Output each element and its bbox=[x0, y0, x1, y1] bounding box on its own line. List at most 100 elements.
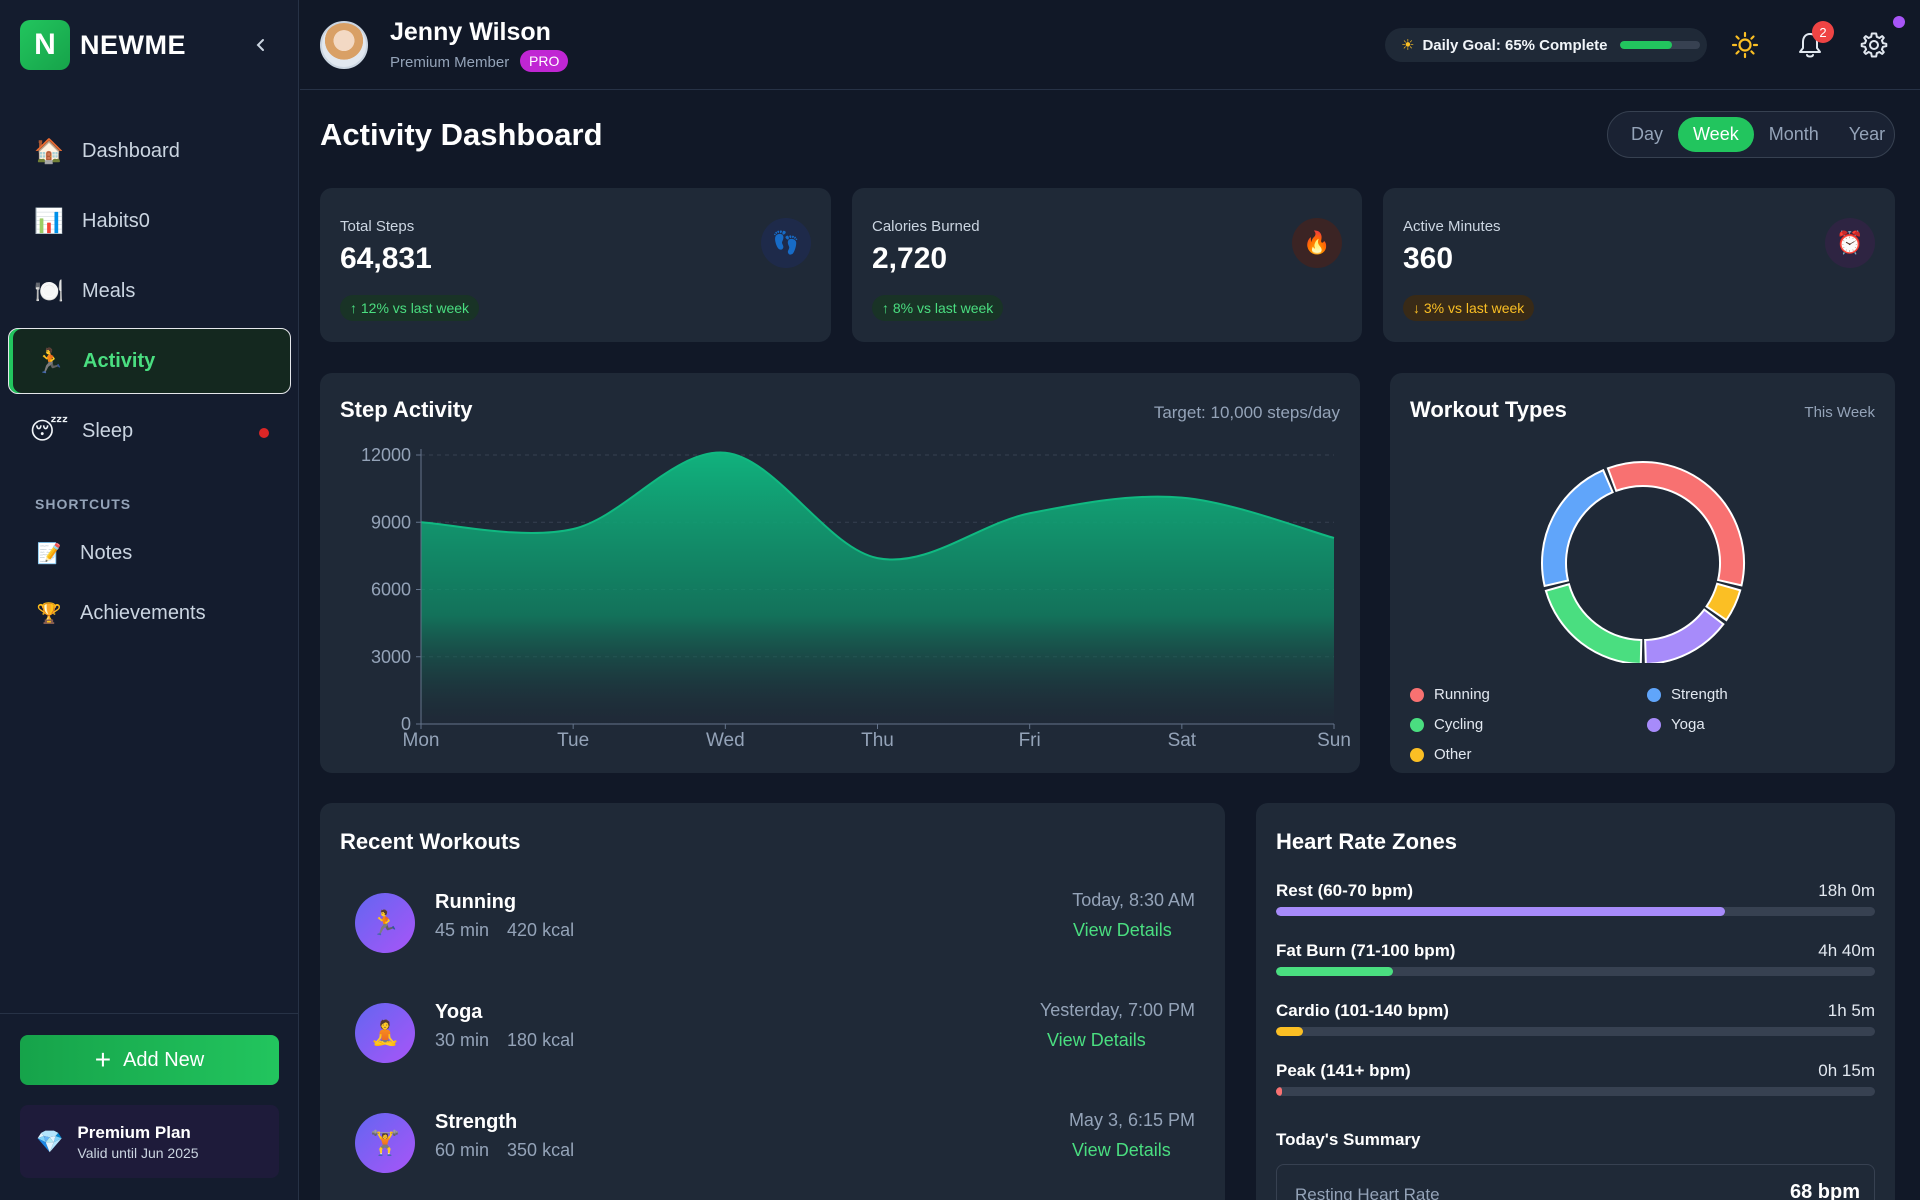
donut-slice-yoga[interactable] bbox=[1644, 608, 1725, 663]
legend-dot bbox=[1647, 717, 1661, 732]
plan-title: Premium Plan bbox=[77, 1122, 191, 1142]
runner-icon: 🏃 bbox=[355, 893, 415, 953]
x-tick-label: Mon bbox=[403, 730, 440, 751]
stat-value: 360 bbox=[1403, 242, 1454, 275]
period-year[interactable]: Year bbox=[1834, 117, 1900, 152]
shortcut-achievements[interactable]: 🏆 Achievements bbox=[36, 598, 206, 628]
period-month[interactable]: Month bbox=[1754, 117, 1834, 152]
zone-value: 18h 0m bbox=[1818, 881, 1875, 900]
zone-track bbox=[1276, 1087, 1875, 1096]
avatar[interactable] bbox=[320, 21, 368, 69]
alarm-clock-icon: ⏰ bbox=[1825, 218, 1875, 268]
stat-label: Total Steps bbox=[340, 218, 415, 235]
period-day[interactable]: Day bbox=[1616, 117, 1678, 152]
zone-value: 1h 5m bbox=[1827, 1001, 1875, 1020]
bar-chart-icon: 📊 bbox=[34, 207, 64, 235]
view-details-link[interactable]: View Details bbox=[1072, 1140, 1171, 1161]
stat-change-badge: ↑ 8% vs last week bbox=[872, 295, 1004, 321]
legend-label: Strength bbox=[1671, 686, 1728, 703]
workout-duration: 45 min bbox=[435, 920, 490, 940]
workout-types-card: Workout Types This Week Running Strength… bbox=[1390, 373, 1895, 773]
weightlifter-icon: 🏋️ bbox=[355, 1113, 415, 1173]
gear-icon bbox=[1860, 32, 1888, 58]
stat-label: Calories Burned bbox=[872, 218, 980, 235]
zone-track bbox=[1276, 907, 1875, 916]
y-tick-label: 9000 bbox=[371, 512, 411, 532]
stat-value: 2,720 bbox=[872, 242, 948, 275]
workout-calories: 180 kcal bbox=[507, 1030, 575, 1050]
top-header: Jenny Wilson Premium Member PRO ☀ Daily … bbox=[300, 0, 1920, 90]
main-nav: 🏠 Dashboard 📊 Habits0 🍽️ Meals 🏃 Activit… bbox=[8, 118, 291, 468]
summary-box: Resting Heart Rate 68 bpm bbox=[1276, 1164, 1875, 1200]
workout-time: Yesterday, 7:00 PM bbox=[1039, 1000, 1195, 1020]
shortcut-label: Notes bbox=[80, 541, 133, 564]
zone-track bbox=[1276, 967, 1875, 976]
x-tick-label: Wed bbox=[706, 730, 745, 751]
premium-plan-card[interactable]: 💎 Premium Plan Valid until Jun 2025 bbox=[20, 1105, 279, 1178]
donut-slice-cycling[interactable] bbox=[1544, 582, 1643, 663]
donut-slice-running[interactable] bbox=[1606, 461, 1745, 587]
brand-name: NEWME bbox=[80, 29, 186, 60]
shortcut-notes[interactable]: 📝 Notes bbox=[36, 538, 133, 568]
zone-label: Fat Burn (71-100 bpm) bbox=[1276, 941, 1456, 960]
workout-time: Today, 8:30 AM bbox=[1072, 890, 1195, 910]
donut-slice-strength[interactable] bbox=[1541, 468, 1614, 588]
summary-title: Today's Summary bbox=[1276, 1130, 1421, 1149]
footprints-icon: 👣 bbox=[761, 218, 811, 268]
zone-row: Rest (60-70 bpm) 18h 0m bbox=[1276, 881, 1875, 925]
notification-count-badge: 2 bbox=[1812, 21, 1834, 43]
workout-item[interactable]: 🏃 Running 45 min 420 kcal Today, 8:30 AM … bbox=[355, 883, 1195, 953]
theme-toggle-button[interactable] bbox=[1728, 28, 1762, 62]
stat-label: Active Minutes bbox=[1403, 218, 1501, 235]
runner-icon: 🏃 bbox=[35, 347, 65, 375]
add-new-label: Add New bbox=[123, 1048, 205, 1071]
zone-label: Cardio (101-140 bpm) bbox=[1276, 1001, 1449, 1020]
sidebar-item-activity[interactable]: 🏃 Activity bbox=[8, 328, 291, 394]
add-new-button[interactable]: + Add New bbox=[20, 1035, 279, 1085]
view-details-link[interactable]: View Details bbox=[1047, 1030, 1146, 1051]
collapse-sidebar-button[interactable] bbox=[248, 32, 274, 58]
x-tick-label: Thu bbox=[861, 730, 894, 751]
workout-meta: 45 min 420 kcal bbox=[435, 920, 574, 941]
stat-card-active-minutes: Active Minutes 360 ↓ 3% vs last week ⏰ bbox=[1383, 188, 1895, 342]
zone-row: Peak (141+ bpm) 0h 15m bbox=[1276, 1061, 1875, 1105]
zone-value: 4h 40m bbox=[1818, 941, 1875, 960]
page-title: Activity Dashboard bbox=[320, 117, 603, 152]
brand[interactable]: N NEWME bbox=[20, 20, 186, 70]
sidebar-item-label: Sleep bbox=[82, 419, 134, 442]
sidebar-item-sleep[interactable]: 😴 Sleep bbox=[8, 398, 291, 464]
sleeping-face-icon: 😴 bbox=[29, 417, 69, 445]
sidebar-item-meals[interactable]: 🍽️ Meals bbox=[8, 258, 291, 324]
recent-workouts-title: Recent Workouts bbox=[340, 829, 521, 854]
legend-dot bbox=[1410, 687, 1424, 702]
plan-subtitle: Valid until Jun 2025 bbox=[77, 1144, 199, 1161]
view-details-link[interactable]: View Details bbox=[1073, 920, 1172, 941]
zone-value: 0h 15m bbox=[1818, 1061, 1875, 1080]
summary-value: 68 bpm bbox=[1789, 1181, 1860, 1200]
daily-goal-pill: ☀ Daily Goal: 65% Complete bbox=[1385, 28, 1707, 62]
plate-icon: 🍽️ bbox=[34, 277, 64, 305]
brand-logo: N bbox=[20, 20, 70, 70]
legend-item: Strength bbox=[1647, 686, 1728, 703]
sidebar-divider bbox=[0, 1013, 299, 1014]
zone-label: Peak (141+ bpm) bbox=[1276, 1061, 1411, 1080]
sidebar-item-habits[interactable]: 📊 Habits0 bbox=[8, 188, 291, 254]
workout-name: Yoga bbox=[435, 1001, 483, 1023]
y-tick-label: 12000 bbox=[361, 445, 411, 465]
workout-item[interactable]: 🏋️ Strength 60 min 350 kcal May 3, 6:15 P… bbox=[355, 1103, 1195, 1173]
legend-dot bbox=[1647, 687, 1661, 702]
yoga-icon: 🧘 bbox=[355, 1003, 415, 1063]
stat-value: 64,831 bbox=[340, 242, 432, 275]
stat-change-badge: ↓ 3% vs last week bbox=[1403, 295, 1535, 321]
zone-fill bbox=[1276, 1027, 1303, 1036]
legend-dot bbox=[1410, 747, 1424, 762]
legend-item: Running bbox=[1410, 686, 1490, 703]
sidebar-item-dashboard[interactable]: 🏠 Dashboard bbox=[8, 118, 291, 184]
workout-item[interactable]: 🧘 Yoga 30 min 180 kcal Yesterday, 7:00 PM… bbox=[355, 993, 1195, 1063]
step-area bbox=[421, 452, 1334, 724]
settings-button[interactable] bbox=[1857, 28, 1891, 62]
daily-goal-progress-fill bbox=[1619, 41, 1672, 49]
shortcuts-heading: SHORTCUTS bbox=[35, 496, 132, 512]
user-name: Jenny Wilson bbox=[390, 18, 551, 46]
period-week[interactable]: Week bbox=[1678, 117, 1754, 152]
